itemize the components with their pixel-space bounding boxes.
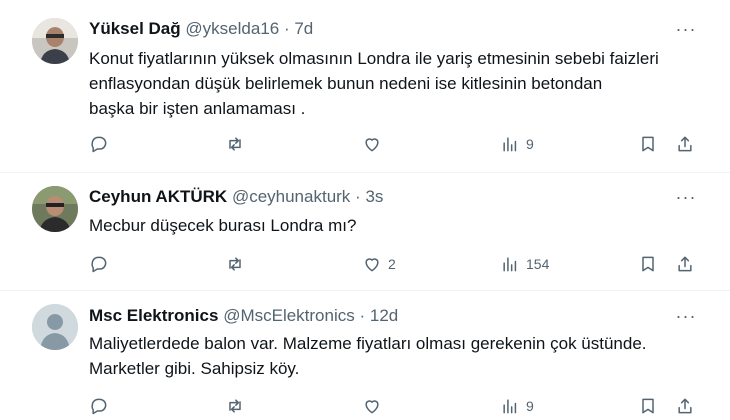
views-chart-icon bbox=[503, 137, 517, 152]
avatar[interactable] bbox=[32, 186, 78, 232]
views-count: 9 bbox=[526, 136, 534, 152]
bookmark-button[interactable] bbox=[638, 250, 658, 278]
like-button[interactable]: 2 bbox=[362, 250, 396, 278]
avatar-photo-icon bbox=[32, 186, 78, 232]
tweet-header: Msc Elektronics @MscElektronics · 12d bbox=[89, 305, 398, 327]
tweet-text: Konut fiyatlarının yüksek olmasının Lond… bbox=[89, 49, 659, 118]
default-avatar-icon bbox=[32, 304, 78, 350]
views-chart-icon bbox=[503, 257, 517, 272]
divider bbox=[0, 172, 730, 173]
more-options-button[interactable]: ··· bbox=[674, 18, 698, 40]
avatar[interactable] bbox=[32, 304, 78, 350]
separator-dot: · bbox=[355, 187, 361, 206]
author-name[interactable]: Yüksel Dağ bbox=[89, 19, 181, 38]
timestamp[interactable]: 7d bbox=[294, 19, 313, 38]
reply-button[interactable] bbox=[89, 250, 115, 278]
like-button[interactable] bbox=[362, 392, 388, 420]
reply-icon bbox=[91, 256, 107, 273]
views-count: 9 bbox=[526, 398, 534, 414]
author-handle[interactable]: @ceyhunakturk bbox=[232, 187, 350, 206]
reply-button[interactable] bbox=[89, 130, 115, 158]
reply-button[interactable] bbox=[89, 392, 115, 420]
share-icon bbox=[678, 398, 692, 414]
views-button[interactable]: 154 bbox=[500, 250, 549, 278]
tweet-header: Yüksel Dağ @ykselda16 · 7d bbox=[89, 18, 313, 40]
like-button[interactable] bbox=[362, 130, 388, 158]
retweet-icon bbox=[229, 257, 241, 271]
tweet-actions: 9 bbox=[89, 130, 701, 158]
heart-icon bbox=[365, 400, 379, 414]
more-options-button[interactable]: ··· bbox=[674, 305, 698, 327]
tweet-actions: 2 154 bbox=[89, 250, 701, 278]
author-handle[interactable]: @ykselda16 bbox=[185, 19, 279, 38]
timestamp[interactable]: 12d bbox=[370, 306, 398, 325]
tweet-text: Maliyetlerdede balon var. Malzeme fiyatl… bbox=[89, 334, 647, 378]
share-button[interactable] bbox=[675, 130, 695, 158]
retweet-icon bbox=[229, 399, 241, 413]
views-count: 154 bbox=[526, 256, 550, 272]
tweet-text: Mecbur düşecek burası Londra mı? bbox=[89, 216, 357, 235]
retweet-button[interactable] bbox=[225, 392, 251, 420]
timestamp[interactable]: 3s bbox=[365, 187, 383, 206]
share-button[interactable] bbox=[675, 250, 695, 278]
tweet-header: Ceyhun AKTÜRK @ceyhunakturk · 3s bbox=[89, 186, 383, 208]
bookmark-icon bbox=[642, 256, 654, 272]
tweet-actions: 9 bbox=[89, 392, 701, 420]
bookmark-icon bbox=[642, 398, 654, 414]
divider bbox=[0, 290, 730, 291]
heart-icon bbox=[365, 138, 379, 152]
views-button[interactable]: 9 bbox=[500, 392, 534, 420]
bookmark-icon bbox=[642, 136, 654, 152]
share-icon bbox=[678, 256, 692, 272]
views-chart-icon bbox=[503, 399, 517, 414]
bookmark-button[interactable] bbox=[638, 130, 658, 158]
author-handle[interactable]: @MscElektronics bbox=[223, 306, 355, 325]
reply-icon bbox=[91, 136, 107, 153]
retweet-icon bbox=[229, 137, 241, 151]
separator-dot: · bbox=[359, 306, 366, 325]
share-button[interactable] bbox=[675, 392, 695, 420]
retweet-button[interactable] bbox=[225, 130, 251, 158]
heart-icon bbox=[365, 258, 379, 272]
reply-icon bbox=[91, 398, 107, 415]
separator-dot: · bbox=[283, 19, 290, 38]
retweet-button[interactable] bbox=[225, 250, 251, 278]
views-button[interactable]: 9 bbox=[500, 130, 534, 158]
like-count: 2 bbox=[388, 256, 396, 272]
avatar[interactable] bbox=[32, 18, 78, 64]
avatar-photo-icon bbox=[32, 18, 78, 64]
author-name[interactable]: Ceyhun AKTÜRK bbox=[89, 187, 227, 206]
author-name[interactable]: Msc Elektronics bbox=[89, 306, 218, 325]
bookmark-button[interactable] bbox=[638, 392, 658, 420]
more-options-button[interactable]: ··· bbox=[674, 186, 698, 208]
share-icon bbox=[678, 136, 692, 152]
